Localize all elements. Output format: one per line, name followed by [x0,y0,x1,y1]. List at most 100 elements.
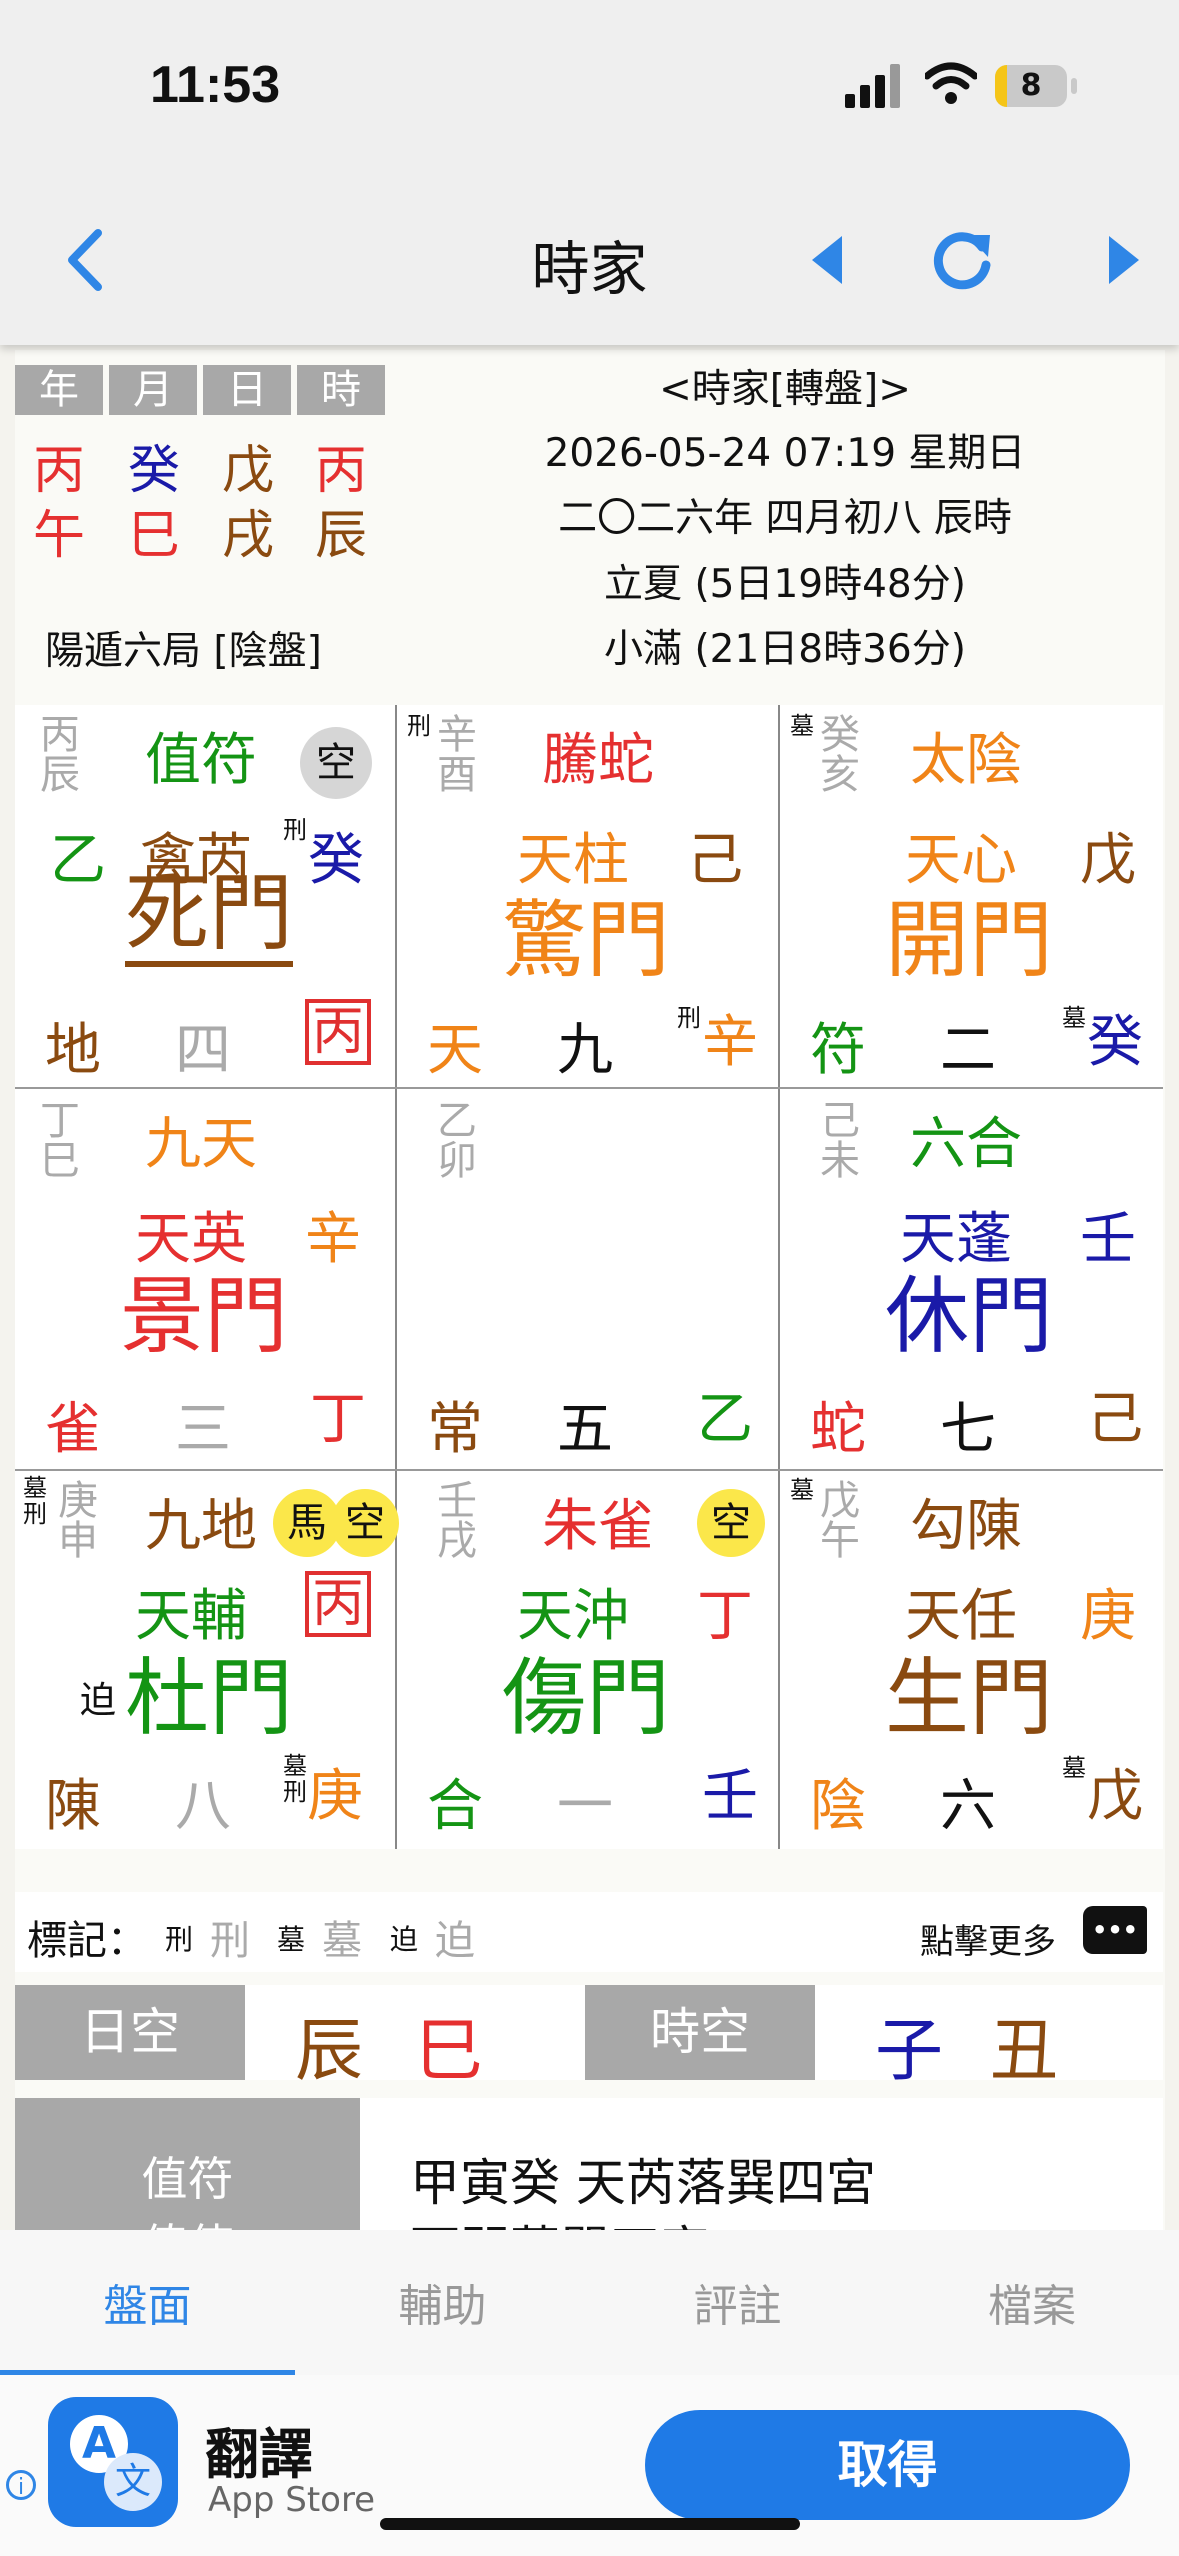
more-link[interactable]: 點擊更多 [920,1914,1056,1963]
palace-1-kan[interactable]: 壬戌 朱雀 空 天沖 丁 傷門 合 一 壬 [397,1471,778,1849]
mu-small-mark: 墓 [277,1923,306,1956]
palace-8-gen[interactable]: 墓 刑 庚申 九地 馬 空 天輔 丙 迫 杜門 陳 八 墓 刑 庚 [15,1471,399,1849]
earth-stem: 戊 [1087,1764,1143,1829]
star-side-stem: 辛 [305,1207,361,1272]
translate-app-icon[interactable]: A 文 [48,2397,178,2527]
palace-number: 七 [940,1397,996,1462]
eight-god: 朱雀 [542,1494,654,1559]
detail-value-1: 甲寅癸 天芮落巽四宮 [410,2154,876,2212]
palace-number: 五 [557,1397,613,1462]
po-mark-sample: 迫 [435,1918,475,1964]
cellular-signal-icon [845,64,900,108]
eight-spirit: 常 [427,1397,483,1462]
hour-void-label: 時空 [585,1985,815,2080]
earth-stem: 辛 [702,1010,758,1075]
ad-info-icon[interactable]: i [6,2470,36,2500]
status-nav-bar: 11:53 8 時家 [0,0,1179,345]
xing-mark: 刑 [23,1500,47,1528]
palace-number: 八 [175,1774,231,1839]
palace-number: 四 [175,1018,231,1083]
month-stem: 癸 [128,441,181,501]
year-branch: 午 [33,506,86,566]
hidden-stem-branch: 癸亥 [813,713,859,793]
tab-files[interactable]: 檔案 [885,2270,1179,2334]
star-side-stem: 癸 [308,828,364,893]
eight-spirit: 蛇 [810,1397,866,1462]
year-stem: 丙 [33,441,86,501]
tab-auxiliary[interactable]: 輔助 [295,2270,590,2334]
ad-banner[interactable]: i A 文 翻譯 App Store 取得 [0,2375,1179,2556]
palace-number: 二 [940,1018,996,1083]
mu-mark: 墓 [1062,1754,1086,1782]
eight-god: 騰蛇 [542,728,654,793]
eight-door: 死門 [125,865,294,967]
eight-spirit: 合 [427,1774,483,1839]
home-indicator[interactable] [380,2518,800,2530]
eight-door: 傷門 [502,1649,671,1747]
day-stem: 戊 [222,441,275,501]
day-void-value-1: 辰 [295,2012,364,2091]
void-badge: 空 [331,1489,399,1557]
hidden-stem-branch: 己未 [813,1099,859,1179]
nav-title: 時家 [531,235,648,303]
get-button[interactable]: 取得 [645,2410,1130,2520]
po-small-mark: 迫 [390,1923,419,1956]
po-mark: 迫 [80,1680,117,1721]
day-branch: 戌 [222,506,275,566]
detail-label-1: 值符 [141,2152,234,2206]
battery-level: 8 [1020,68,1042,103]
xing-mark-sample: 刑 [210,1918,250,1964]
tab-comments[interactable]: 評註 [590,2270,885,2334]
hidden-stem-branch: 庚申 [51,1479,97,1559]
palace-6-qian[interactable]: 墓 戊午 勾陳 天任 庚 生門 陰 六 墓 戊 [780,1471,1163,1849]
mu-mark-sample: 墓 [322,1918,362,1964]
eight-god: 太陰 [910,728,1022,793]
chart-title: <時家[轉盤]> [659,367,911,412]
refresh-icon[interactable] [930,225,996,291]
star-side-stem: 丁 [697,1584,753,1649]
eight-god: 值符 [145,728,257,793]
hidden-stem-branch: 戊午 [813,1479,859,1559]
palace-7-dui[interactable]: 己未 六合 天蓬 壬 休門 蛇 七 己 [780,1089,1163,1469]
eight-door: 生門 [885,1649,1054,1747]
chart-lunar-date: 二〇二六年 四月初八 辰時 [558,496,1012,541]
next-triangle-icon[interactable] [1105,232,1143,288]
star-side-stem: 庚 [1080,1584,1136,1649]
star-side-stem: 壬 [1080,1207,1136,1272]
earth-stem: 丁 [310,1387,366,1452]
more-ellipsis-icon[interactable]: ••• [1083,1906,1147,1954]
palace-4-xun[interactable]: 丙辰 值符 空 乙 禽芮 刑 癸 死門 地 四 丙 [15,705,395,1087]
previous-triangle-icon[interactable] [808,232,846,288]
hidden-stem-branch: 壬戌 [430,1479,476,1559]
detail-label-2: 值使 [15,2210,360,2230]
eight-door: 景門 [120,1267,289,1365]
mu-mark: 墓 [790,712,814,740]
xing-mark: 刑 [283,816,307,844]
mu-mark: 墓 [790,1476,814,1504]
palace-9-li[interactable]: 刑 辛酉 騰蛇 天柱 己 驚門 天 九 刑 辛 [397,705,778,1087]
chart-datetime: 2026-05-24 07:19 星期日 [544,431,1026,476]
xing-mark: 刑 [283,1778,307,1806]
palace-number: 六 [940,1774,996,1839]
battery-icon: 8 [995,65,1067,107]
palace-5-center[interactable]: 乙卯 常 五 乙 [397,1089,778,1469]
day-void-value-2: 巳 [415,2012,484,2091]
hour-stem: 丙 [315,441,368,501]
mu-mark: 墓 [23,1474,47,1502]
nine-palace-grid[interactable]: 丙辰 值符 空 乙 禽芮 刑 癸 死門 地 四 丙 刑 辛酉 騰蛇 天柱 己 驚… [15,705,1163,1849]
palace-number: 九 [557,1018,613,1083]
void-branches-bar: 日空 辰 巳 時空 子 丑 [15,1985,1163,2091]
ad-app-name: 翻譯 [205,2423,313,2486]
palace-3-zhen[interactable]: 丁巳 九天 天英 辛 景門 雀 三 丁 [15,1089,395,1469]
hour-void-value-2: 丑 [990,2012,1059,2091]
eight-god: 六合 [910,1112,1022,1177]
eight-spirit: 符 [810,1018,866,1083]
tab-chart[interactable]: 盤面 [0,2270,295,2334]
eight-spirit: 天 [427,1018,483,1083]
palace-2-kun[interactable]: 墓 癸亥 太陰 天心 戊 開門 符 二 墓 癸 [780,705,1163,1087]
earth-stem: 己 [1087,1387,1143,1452]
hour-void-value-1: 子 [875,2012,944,2091]
eight-god: 勾陳 [910,1494,1022,1559]
status-time: 11:53 [150,56,281,114]
heaven-stem: 乙 [50,828,106,893]
